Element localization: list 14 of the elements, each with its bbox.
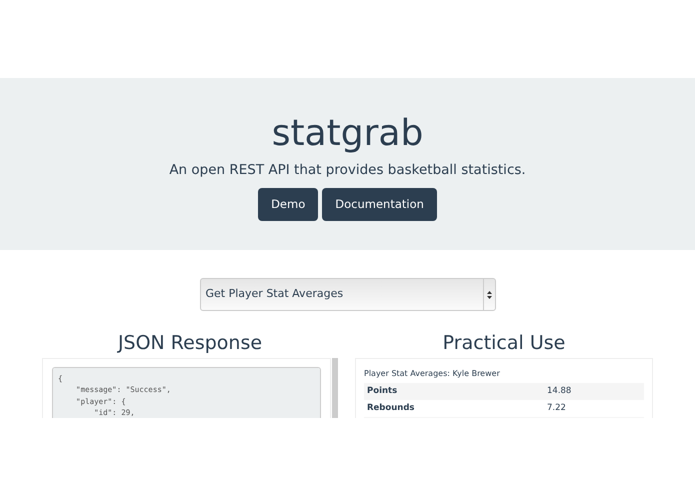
documentation-button[interactable]: Documentation [322, 188, 437, 222]
stat-name: Rebounds [367, 402, 416, 415]
stat-name: Points [367, 384, 398, 398]
section-heading: Practical Use [442, 332, 566, 355]
endpoint-select[interactable]: Get Player Stat Averages [200, 278, 496, 311]
site-tagline: An open REST API that provides basketball statistics. [168, 161, 527, 180]
section-heading: JSON Response [116, 332, 264, 355]
stat-value: 14.88 [547, 384, 572, 398]
site-title: statgrab [270, 112, 424, 156]
scrollbar [332, 358, 338, 418]
demo-button[interactable]: Demo [258, 188, 318, 222]
table-caption: Player Stat Averages: Kyle Brewer [364, 368, 501, 380]
stat-value: 7.22 [547, 402, 566, 415]
dropdown-arrows-icon [486, 290, 492, 298]
